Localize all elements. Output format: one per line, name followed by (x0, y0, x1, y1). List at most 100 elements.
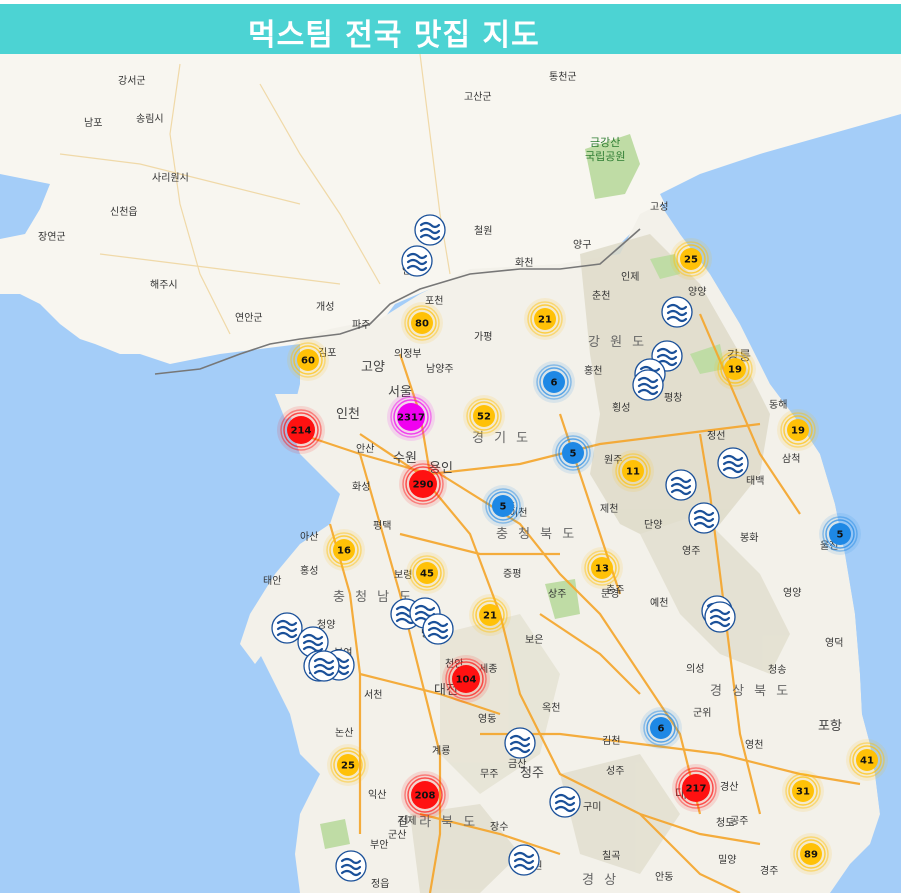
city-label: 평택 (373, 520, 391, 532)
cluster-marker[interactable]: 6 (640, 707, 682, 749)
cluster-marker[interactable]: 13 (581, 547, 623, 589)
cluster-marker[interactable]: 217 (672, 764, 720, 812)
city-label: 옥천 (542, 702, 560, 714)
city-label: 장연군 (38, 231, 66, 243)
steemit-logo-icon[interactable] (665, 469, 697, 501)
steemit-logo-icon[interactable] (632, 369, 664, 401)
city-label: 의성 (686, 663, 704, 675)
steemit-logo-icon[interactable] (271, 612, 303, 644)
city-label: 인천 (336, 407, 360, 422)
cluster-count: 290 (413, 480, 434, 491)
cluster-marker[interactable]: 89 (790, 833, 832, 875)
steemit-logo-icon[interactable] (401, 245, 433, 277)
steemit-logo-icon[interactable] (308, 650, 340, 682)
cluster-count: 31 (796, 787, 810, 798)
steemit-logo-icon[interactable] (504, 727, 536, 759)
cluster-marker[interactable]: 31 (782, 770, 824, 812)
park-label: 국립공원 (585, 150, 625, 163)
city-label: 공주 (730, 815, 748, 827)
cluster-marker[interactable]: 208 (401, 771, 449, 819)
cluster-count: 13 (595, 564, 609, 575)
city-label: 홍성 (300, 564, 318, 577)
steemit-logo-icon[interactable] (704, 601, 736, 633)
cluster-marker[interactable]: 60 (287, 339, 329, 381)
cluster-marker[interactable]: 5 (482, 485, 524, 527)
city-label: 청주 (520, 766, 544, 781)
cluster-count: 5 (500, 502, 507, 513)
steemit-logo-icon[interactable] (717, 447, 749, 479)
map-canvas[interactable]: 금강산 국립공원 강 원 도경 기 도충 청 북 도충 청 남 도경 상 북 도… (0, 54, 901, 893)
city-label: 서천 (364, 689, 382, 701)
page-title: 먹스팀 전국 맛집 지도 (248, 18, 540, 53)
cluster-marker[interactable]: 2317 (387, 393, 435, 441)
city-label: 해주시 (150, 278, 178, 291)
cluster-marker[interactable]: 6 (533, 361, 575, 403)
city-label: 의정부 (394, 348, 422, 360)
cluster-marker[interactable]: 80 (401, 302, 443, 344)
cluster-marker[interactable]: 16 (323, 529, 365, 571)
city-label: 안동 (655, 871, 673, 883)
map-container[interactable]: 금강산 국립공원 강 원 도경 기 도충 청 북 도충 청 남 도경 상 북 도… (0, 54, 901, 893)
city-label: 상주 (548, 588, 566, 600)
city-label: 고양 (361, 360, 385, 375)
cluster-count: 104 (456, 675, 477, 686)
city-label: 군위 (693, 706, 711, 719)
cluster-marker[interactable]: 25 (327, 744, 369, 786)
city-label: 철원 (474, 225, 492, 237)
cluster-marker[interactable]: 104 (442, 655, 490, 703)
city-label: 삼척 (782, 453, 800, 465)
province-label: 경 상 북 도 (710, 684, 791, 699)
steemit-logo-icon[interactable] (414, 214, 446, 246)
city-label: 영덕 (825, 637, 843, 649)
cluster-marker[interactable]: 21 (524, 298, 566, 340)
cluster-marker[interactable]: 45 (406, 552, 448, 594)
city-label: 인제 (621, 271, 639, 283)
province-label: 강 원 도 (588, 335, 647, 350)
province-label: 경 상 (582, 873, 619, 888)
cluster-marker[interactable]: 11 (612, 450, 654, 492)
cluster-marker[interactable]: 19 (777, 409, 819, 451)
cluster-count: 16 (337, 546, 351, 557)
park-label: 금강산 (590, 136, 620, 149)
city-label: 장수 (490, 821, 508, 833)
cluster-marker[interactable]: 290 (399, 460, 447, 508)
cluster-marker[interactable]: 21 (469, 594, 511, 636)
city-label: 익산 (368, 789, 386, 801)
cluster-marker[interactable]: 41 (846, 739, 888, 781)
cluster-count: 6 (658, 724, 665, 735)
city-label: 정읍 (371, 878, 389, 890)
city-label: 청송 (768, 664, 786, 676)
steemit-logo-icon[interactable] (549, 786, 581, 818)
cluster-count: 25 (684, 255, 698, 266)
city-label: 강서군 (118, 75, 146, 87)
city-label: 평창 (664, 392, 682, 404)
city-label: 춘천 (592, 290, 610, 302)
city-label: 가평 (474, 331, 492, 343)
city-label: 양구 (573, 239, 591, 251)
city-label: 예천 (650, 597, 668, 609)
cluster-marker[interactable]: 52 (463, 395, 505, 437)
city-label: 개성 (316, 301, 334, 313)
cluster-marker[interactable]: 214 (277, 406, 325, 454)
city-label: 구미 (583, 801, 601, 813)
city-label: 정선 (707, 430, 725, 442)
city-label: 문경 (601, 587, 619, 600)
city-label: 남포 (84, 117, 102, 129)
steemit-logo-icon[interactable] (661, 296, 693, 328)
city-label: 사리원시 (152, 172, 189, 184)
city-label: 포항 (818, 719, 842, 734)
cluster-count: 5 (837, 530, 844, 541)
cluster-marker[interactable]: 5 (819, 513, 861, 555)
steemit-logo-icon[interactable] (422, 613, 454, 645)
cluster-count: 214 (291, 426, 312, 437)
cluster-marker[interactable]: 25 (670, 238, 712, 280)
steemit-logo-icon[interactable] (335, 850, 367, 882)
city-label: 홍천 (584, 364, 602, 377)
cluster-count: 19 (728, 365, 742, 376)
steemit-logo-icon[interactable] (688, 502, 720, 534)
steemit-logo-icon[interactable] (508, 844, 540, 876)
city-label: 남양주 (426, 363, 454, 375)
cluster-marker[interactable]: 5 (552, 432, 594, 474)
cluster-marker[interactable]: 19 (714, 348, 756, 390)
city-label: 경산 (720, 780, 738, 793)
